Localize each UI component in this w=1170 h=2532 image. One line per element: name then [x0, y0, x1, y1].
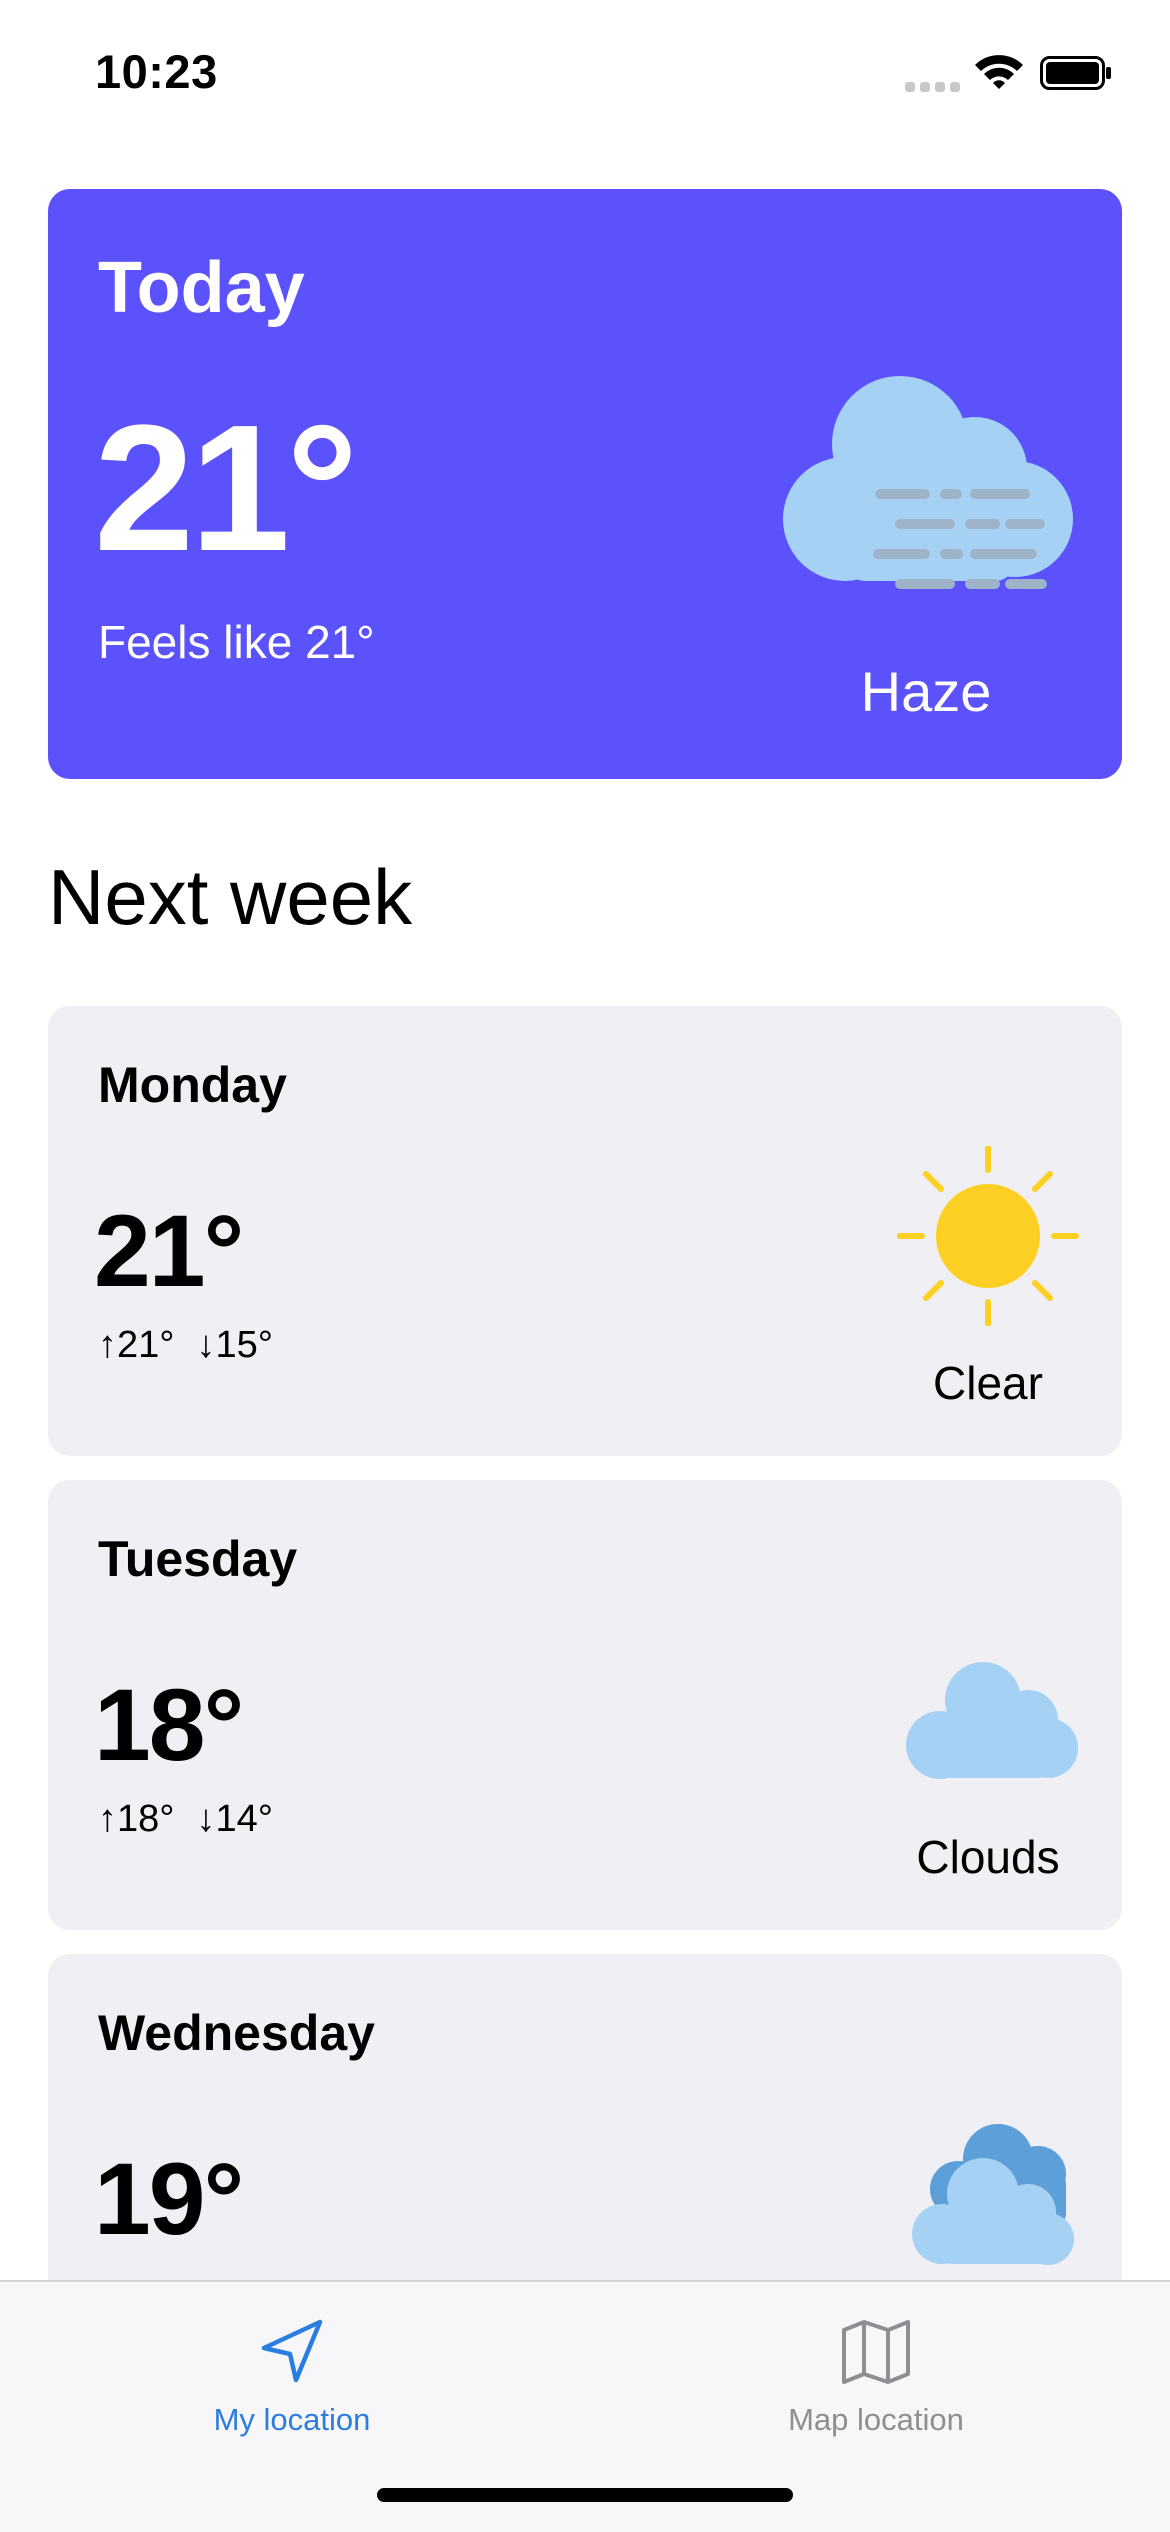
low-temperature: ↓15°	[196, 1324, 273, 1366]
home-indicator	[377, 2488, 793, 2502]
day-name: Monday	[98, 1057, 287, 1113]
wifi-icon	[975, 55, 1023, 89]
tab-label: My location	[213, 2402, 371, 2437]
screen: 10:23 Today 21° Feels like 21° Haze Next…	[0, 0, 1170, 2532]
temperature-range: ↑18° ↓14°	[98, 1798, 273, 1841]
temperature-range: ↑21° ↓15°	[98, 1324, 273, 1367]
day-temperature: 21°	[94, 1194, 244, 1308]
cloud-icon	[906, 1662, 1078, 1779]
cellular-signal-icon	[905, 82, 961, 94]
haze-icon	[783, 376, 1073, 589]
navigation-arrow-icon	[261, 2319, 323, 2383]
map-icon	[842, 2320, 910, 2384]
next-week-title: Next week	[48, 853, 413, 941]
forecast-card-tuesday[interactable]: Tuesday 18° ↑18° ↓14° Clouds	[48, 1480, 1122, 1930]
low-temperature: ↓14°	[196, 1798, 273, 1840]
sun-icon	[897, 1146, 1079, 1326]
status-bar: 10:23	[0, 0, 1170, 150]
day-condition: Clouds	[916, 1831, 1060, 1883]
high-temperature: ↑18°	[98, 1798, 175, 1840]
day-name: Tuesday	[98, 1531, 298, 1587]
tab-my-location[interactable]: My location	[92, 2302, 492, 2462]
today-temperature: 21°	[94, 388, 358, 589]
battery-icon	[1040, 56, 1111, 90]
today-card[interactable]: Today 21° Feels like 21° Haze	[48, 189, 1122, 779]
tab-map-location[interactable]: Map location	[676, 2302, 1076, 2462]
day-name: Wednesday	[98, 2005, 375, 2061]
day-condition: Clear	[933, 1357, 1043, 1409]
forecast-card-monday[interactable]: Monday 21° ↑21° ↓15° Clear	[48, 1006, 1122, 1456]
tab-label: Map location	[788, 2402, 964, 2437]
today-title: Today	[98, 248, 305, 328]
day-temperature: 18°	[94, 1668, 244, 1782]
day-temperature: 19°	[94, 2142, 244, 2256]
status-time: 10:23	[95, 45, 218, 98]
clouds-icon	[912, 2124, 1074, 2265]
today-condition: Haze	[860, 660, 992, 723]
high-temperature: ↑21°	[98, 1324, 175, 1366]
today-feels-like: Feels like 21°	[98, 616, 375, 668]
